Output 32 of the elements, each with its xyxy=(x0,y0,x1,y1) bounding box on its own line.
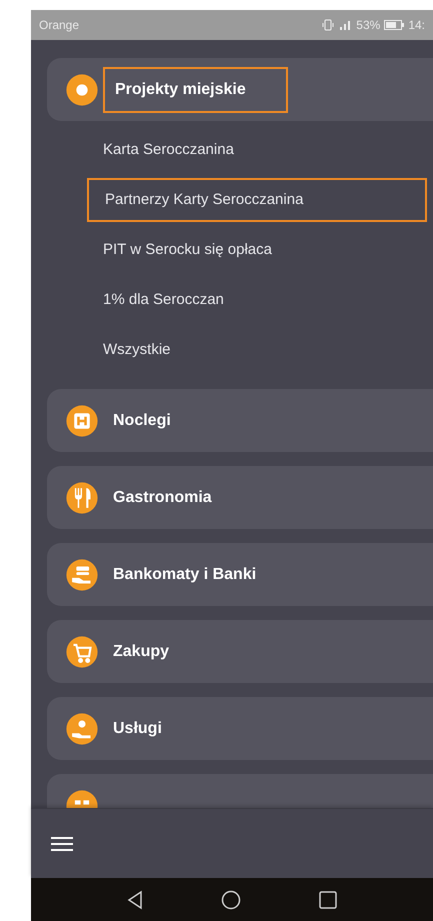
category-item[interactable]: Projekty miejskie xyxy=(47,58,433,121)
category-item[interactable]: Bankomaty i Banki xyxy=(47,543,433,606)
category-label: Gastronomia xyxy=(112,488,213,508)
category-item[interactable]: Usługi xyxy=(47,697,433,760)
fork-knife-icon xyxy=(65,480,99,514)
carrier-name: Orange xyxy=(39,17,80,34)
hand-money-icon xyxy=(65,558,99,592)
home-icon[interactable] xyxy=(221,890,241,910)
vibrate-icon xyxy=(322,19,334,31)
submenu-item[interactable]: Karta Serocczanina xyxy=(87,125,427,175)
cart-icon xyxy=(65,634,99,668)
battery-icon xyxy=(384,20,404,30)
recents-icon[interactable] xyxy=(319,890,337,908)
clock: 14: xyxy=(408,17,425,34)
category-label: Noclegi xyxy=(112,410,172,430)
category-label: Projekty miejskie xyxy=(103,66,288,112)
category-item[interactable]: Gastronomia xyxy=(47,466,433,529)
person-hand-icon xyxy=(65,712,99,746)
category-item[interactable]: Noclegi xyxy=(47,389,433,452)
submenu-item[interactable]: Wszystkie xyxy=(87,325,427,375)
submenu-item[interactable]: Partnerzy Karty Serocczanina xyxy=(87,178,427,222)
hotel-icon xyxy=(65,404,99,438)
battery-percent: 53% xyxy=(356,17,380,34)
signal-icon xyxy=(338,19,352,31)
submenu-item[interactable]: 1% dla Serocczan xyxy=(87,275,427,325)
category-label: Bankomaty i Banki xyxy=(112,564,258,584)
category-item[interactable]: Zakupy xyxy=(47,620,433,683)
category-label: Zakupy xyxy=(112,642,170,662)
submenu-item[interactable]: PIT w Serocku się opłaca xyxy=(87,225,427,275)
category-label: Usługi xyxy=(112,718,163,738)
back-icon[interactable] xyxy=(127,890,143,910)
target-icon xyxy=(65,72,99,106)
